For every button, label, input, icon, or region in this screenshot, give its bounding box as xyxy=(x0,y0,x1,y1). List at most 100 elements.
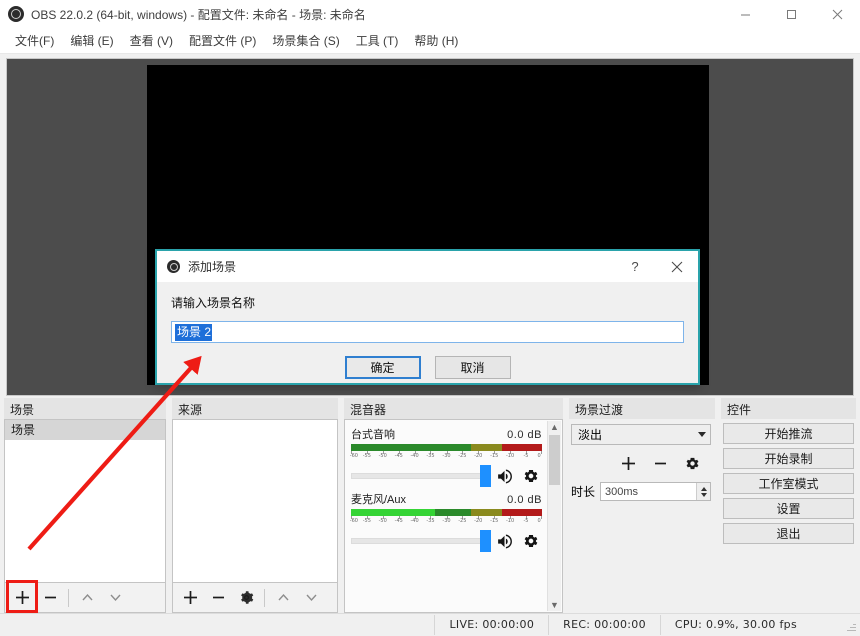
volume-slider-handle[interactable] xyxy=(480,530,491,552)
add-scene-dialog: 添加场景 ? 请输入场景名称 场景 2 确定 取消 xyxy=(155,249,700,385)
dock-controls: 控件 开始推流 开始录制 工作室模式 设置 退出 xyxy=(721,398,856,613)
tick-label: -55 xyxy=(362,518,371,524)
mixer-body: 台式音响 0.0 dB -60 -55 -5 0 -45 -40 -35 -30 … xyxy=(344,419,563,613)
tick-label: -60 xyxy=(349,518,358,524)
window-title: OBS 22.0.2 (64-bit, windows) - 配置文件: 未命名… xyxy=(31,7,366,22)
remove-scene-button[interactable] xyxy=(37,585,63,611)
tick-label: -10 xyxy=(506,453,515,459)
tick-label: -45 xyxy=(394,453,403,459)
dialog-help-button[interactable]: ? xyxy=(614,251,656,282)
studio-mode-button[interactable]: 工作室模式 xyxy=(723,473,854,494)
tick-label: -40 xyxy=(410,518,419,524)
channel-settings-gear-icon[interactable] xyxy=(520,533,542,549)
tick-label: -30 xyxy=(442,453,451,459)
resize-grip-icon[interactable] xyxy=(842,617,858,633)
duration-value: 300ms xyxy=(605,485,639,498)
start-streaming-button[interactable]: 开始推流 xyxy=(723,423,854,444)
scroll-down-icon[interactable]: ▼ xyxy=(550,599,559,611)
list-item[interactable]: 场景 xyxy=(5,420,165,440)
mixer-scrollbar[interactable]: ▲ ▼ xyxy=(547,421,561,611)
channel-controls xyxy=(351,465,542,487)
transition-selected-value: 淡出 xyxy=(578,428,603,442)
scenes-list[interactable]: 场景 xyxy=(4,419,166,583)
toolbar-separator xyxy=(68,588,69,607)
channel-name: 台式音响 xyxy=(351,429,395,441)
dialog-close-icon[interactable] xyxy=(656,251,698,282)
scene-name-input[interactable]: 场景 2 xyxy=(171,321,684,343)
add-transition-button[interactable] xyxy=(615,450,641,476)
channel-db-number: 0.0 xyxy=(507,429,524,441)
dialog-title: 添加场景 xyxy=(188,260,237,274)
volume-slider[interactable] xyxy=(351,530,491,552)
exit-button[interactable]: 退出 xyxy=(723,523,854,544)
dialog-body: 请输入场景名称 场景 2 确定 取消 xyxy=(157,282,698,379)
move-source-up-button[interactable] xyxy=(270,585,296,611)
tick-label: -5 xyxy=(523,453,529,459)
tick-label: -40 xyxy=(410,453,419,459)
source-properties-gear-icon[interactable] xyxy=(233,585,259,611)
menu-item-tools[interactable]: 工具 (T) xyxy=(349,30,408,52)
status-live: LIVE: 00:00:00 xyxy=(434,615,548,635)
tick-label: -55 xyxy=(362,453,371,459)
status-cpu: CPU: 0.9%, 30.00 fps xyxy=(659,615,811,635)
volume-slider[interactable] xyxy=(351,465,491,487)
toolbar-separator xyxy=(264,588,265,607)
scrollbar-thumb[interactable] xyxy=(549,435,560,485)
duration-stepper[interactable]: 300ms xyxy=(600,482,711,501)
transition-select[interactable]: 淡出 xyxy=(571,424,711,445)
menu-item-help[interactable]: 帮助 (H) xyxy=(407,30,467,52)
minimize-button[interactable] xyxy=(722,0,768,28)
tick-label: 0 xyxy=(537,453,541,459)
chevron-down-icon xyxy=(698,432,706,437)
menu-item-file[interactable]: 文件(F) xyxy=(8,30,63,52)
volume-slider-handle[interactable] xyxy=(480,465,491,487)
tick-label: -35 xyxy=(426,518,435,524)
mixer-title: 混音器 xyxy=(344,398,563,419)
remove-transition-button[interactable] xyxy=(647,450,673,476)
maximize-button[interactable] xyxy=(768,0,814,28)
tick-label: -45 xyxy=(394,518,403,524)
menu-bar: 文件(F) 编辑 (E) 查看 (V) 配置文件 (P) 场景集合 (S) 工具… xyxy=(0,29,860,54)
start-recording-button[interactable]: 开始录制 xyxy=(723,448,854,469)
menu-item-profile[interactable]: 配置文件 (P) xyxy=(182,30,265,52)
channel-db-unit: dB xyxy=(527,494,542,506)
tick-label: -10 xyxy=(506,518,515,524)
obs-logo-icon xyxy=(167,260,180,273)
channel-settings-gear-icon[interactable] xyxy=(520,468,542,484)
stepper-arrows[interactable] xyxy=(696,483,710,500)
close-button[interactable] xyxy=(814,0,860,28)
move-scene-down-button[interactable] xyxy=(102,585,128,611)
channel-db-value: 0.0 dB xyxy=(507,494,542,506)
dialog-buttons: 确定 取消 xyxy=(171,356,684,379)
tick-label: -25 xyxy=(458,518,467,524)
tick-label: -5 xyxy=(523,518,529,524)
move-source-down-button[interactable] xyxy=(298,585,324,611)
ok-button[interactable]: 确定 xyxy=(344,356,421,379)
channel-header: 麦克风/Aux 0.0 dB xyxy=(351,491,542,507)
move-scene-up-button[interactable] xyxy=(74,585,100,611)
scene-name-input-value: 场景 2 xyxy=(175,323,213,341)
meter-scale: -60 -55 -50 -45 -40 -35 -30 -25 -20 -15 … xyxy=(349,516,543,525)
transition-properties-gear-icon[interactable] xyxy=(679,450,705,476)
remove-source-button[interactable] xyxy=(205,585,231,611)
tick-label: -60 xyxy=(349,453,358,459)
channel-db-unit: dB xyxy=(527,429,542,441)
sources-title: 来源 xyxy=(172,398,338,419)
settings-button[interactable]: 设置 xyxy=(723,498,854,519)
mute-speaker-icon[interactable] xyxy=(493,468,515,485)
menu-item-scene-collection[interactable]: 场景集合 (S) xyxy=(265,30,348,52)
menu-item-view[interactable]: 查看 (V) xyxy=(123,30,182,52)
tick-label: 0 xyxy=(537,518,541,524)
sources-toolbar xyxy=(172,583,338,613)
add-source-button[interactable] xyxy=(177,585,203,611)
sources-list[interactable] xyxy=(172,419,338,583)
channel-header: 台式音响 0.0 dB xyxy=(351,426,542,442)
status-bar: LIVE: 00:00:00 REC: 00:00:00 CPU: 0.9%, … xyxy=(0,613,860,636)
cancel-button[interactable]: 取消 xyxy=(434,356,511,379)
tick-label: -20 xyxy=(474,518,483,524)
mute-speaker-icon[interactable] xyxy=(493,533,515,550)
scroll-up-icon[interactable]: ▲ xyxy=(550,421,559,433)
menu-item-edit[interactable]: 编辑 (E) xyxy=(63,30,122,52)
dock-row: 场景 场景 来源 混音器 台式音响 0.0 dB -60 -55 -50 -45… xyxy=(0,398,860,613)
add-scene-button[interactable] xyxy=(9,585,35,611)
